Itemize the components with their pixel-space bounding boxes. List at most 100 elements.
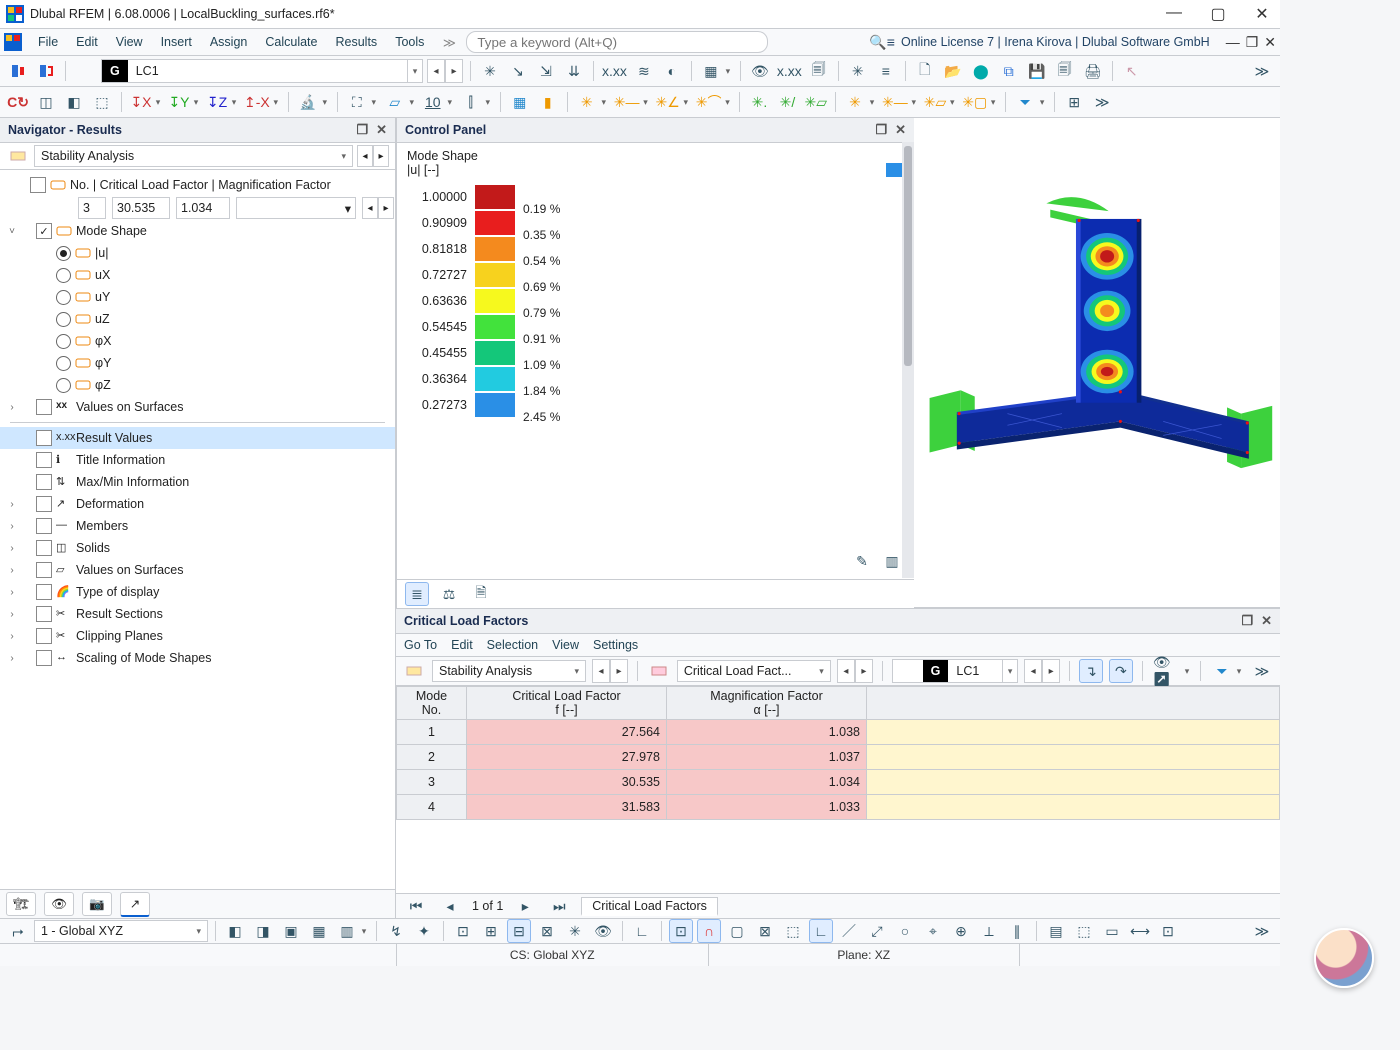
refresh-icon[interactable]: C↻ <box>6 90 30 114</box>
clf-menu-settings[interactable]: Settings <box>593 638 638 652</box>
spark-angle-icon[interactable]: ✳∠ <box>654 90 680 114</box>
coord-select[interactable]: 1 - Global XYZ▾ <box>34 920 208 942</box>
navigator-filter-stepper[interactable]: ◂▸ <box>357 145 389 167</box>
table-row[interactable]: 2 27.978 1.037 <box>397 745 1280 770</box>
tree-group[interactable]: › ✂ Result Sections <box>0 603 395 625</box>
clf-overflow-icon[interactable]: ≫ <box>1250 659 1274 683</box>
clf-menu-goto[interactable]: Go To <box>404 638 437 652</box>
chevron-down-icon[interactable]: ▾ <box>341 151 346 162</box>
bt-icon[interactable]: 👁 <box>591 919 615 943</box>
mode-option[interactable]: φY <box>0 352 395 374</box>
mode-option[interactable]: uY <box>0 286 395 308</box>
grid-icon[interactable]: ⊞ <box>1062 90 1086 114</box>
tool-icon[interactable]: ≡ <box>874 59 898 83</box>
bt-icon[interactable]: ⬚ <box>1072 919 1096 943</box>
prev-page-icon[interactable]: ◂ <box>438 894 462 918</box>
chevron-right-icon[interactable]: › <box>6 521 18 532</box>
maximize-button[interactable]: ▢ <box>1206 4 1230 24</box>
bt-icon[interactable]: ⊞ <box>479 919 503 943</box>
tree-group[interactable]: › ↗ Deformation <box>0 493 395 515</box>
bt-icon[interactable]: ◧ <box>223 919 247 943</box>
bt-icon[interactable]: ⊟ <box>507 919 531 943</box>
bt-icon[interactable]: ⊕ <box>949 919 973 943</box>
mode-stepper[interactable]: ◂▸ <box>362 197 394 219</box>
radio-icon[interactable] <box>56 290 71 305</box>
bt-icon[interactable]: ∥ <box>1005 919 1029 943</box>
navigator-filter-select[interactable]: Stability Analysis ▾ <box>34 145 353 167</box>
clf-menu-edit[interactable]: Edit <box>451 638 473 652</box>
scrollbar[interactable] <box>902 142 914 578</box>
print-icon[interactable]: 🖨 <box>1081 59 1105 83</box>
clf-menu-view[interactable]: View <box>552 638 579 652</box>
bt-icon[interactable]: ✦ <box>412 919 436 943</box>
tool-icon[interactable]: ▦ <box>699 59 723 83</box>
bt-icon[interactable]: ∟ <box>809 919 833 943</box>
bt-icon[interactable]: ⊡ <box>451 919 475 943</box>
tool-icon[interactable]: ⇊ <box>562 59 586 83</box>
tree-group[interactable]: › ↔ Scaling of Mode Shapes <box>0 647 395 669</box>
tree-group[interactable]: ⇅ Max/Min Information <box>0 471 395 493</box>
bt-icon[interactable]: ▣ <box>279 919 303 943</box>
clf-table[interactable]: Mode No. Critical Load Factor f [--] Mag… <box>396 686 1280 820</box>
checkbox[interactable] <box>36 628 52 644</box>
checkbox[interactable] <box>36 474 52 490</box>
new-file-icon[interactable]: 🗋 <box>913 59 937 83</box>
close-icon[interactable]: ✕ <box>376 122 387 138</box>
axis-y-icon[interactable]: ↧Y <box>167 90 191 114</box>
radio-icon[interactable] <box>56 334 71 349</box>
sub-close-button[interactable]: ✕ <box>1264 34 1276 51</box>
ruler-icon[interactable]: 10 <box>421 90 445 114</box>
tree-modeshape[interactable]: ˅ ✓ Mode Shape <box>0 220 395 242</box>
mode-option[interactable]: φZ <box>0 374 395 396</box>
radio-icon[interactable] <box>56 268 71 283</box>
tool-icon[interactable]: ✳ <box>478 59 502 83</box>
bt-icon[interactable]: ⟷ <box>1128 919 1152 943</box>
clf-lc-selector[interactable]: G LC1 ▾ <box>892 659 1018 683</box>
tool-icon[interactable]: x.xx <box>601 59 628 83</box>
mode-option[interactable]: uZ <box>0 308 395 330</box>
clf-filter1-stepper[interactable]: ◂▸ <box>592 659 628 683</box>
tree-group[interactable]: › — Members <box>0 515 395 537</box>
tree-group[interactable]: › ◫ Solids <box>0 537 395 559</box>
undock-icon[interactable]: ❐ <box>356 122 368 138</box>
last-page-icon[interactable]: ⏭ <box>547 894 571 918</box>
cloud-icon[interactable]: ⬤ <box>969 59 993 83</box>
save-icon[interactable]: 💾 <box>1025 59 1049 83</box>
tree-values-surfaces[interactable]: › xx Values on Surfaces <box>0 396 395 418</box>
bt-icon[interactable]: ⤢ <box>865 919 889 943</box>
tool-icon[interactable]: x.xx <box>776 59 803 83</box>
bt-icon[interactable]: ▢ <box>725 919 749 943</box>
coord-icon[interactable]: ⮣ <box>6 919 30 943</box>
cursor-icon[interactable]: ↖︎ <box>1120 59 1144 83</box>
bt-icon[interactable]: ▤ <box>1044 919 1068 943</box>
bt-icon[interactable]: ⊠ <box>535 919 559 943</box>
chevron-down-icon[interactable]: ▾ <box>407 60 422 82</box>
checkbox[interactable] <box>36 399 52 415</box>
tool-icon[interactable]: 🗐 <box>807 59 831 83</box>
axis-z-icon[interactable]: ↧Z <box>205 90 229 114</box>
chevron-right-icon[interactable]: › <box>6 402 18 413</box>
clf-filter2-stepper[interactable]: ◂▸ <box>837 659 873 683</box>
bt-icon[interactable]: ▦ <box>307 919 331 943</box>
undock-icon[interactable]: ❐ <box>1241 613 1253 629</box>
clf-filter2[interactable]: Critical Load Fact...▾ <box>677 660 831 682</box>
menu-edit[interactable]: Edit <box>68 33 106 51</box>
mode-option[interactable]: uX <box>0 264 395 286</box>
clf-lc-stepper[interactable]: ◂▸ <box>1024 659 1060 683</box>
clf-tool-icon[interactable]: ↴ <box>1079 659 1103 683</box>
clf-type2-icon[interactable] <box>647 659 671 683</box>
menu-file[interactable]: File <box>30 33 66 51</box>
first-page-icon[interactable]: ⏮ <box>404 894 428 918</box>
bt-icon[interactable]: ✳ <box>563 919 587 943</box>
plane-icon[interactable]: ▱ <box>383 90 407 114</box>
balance-icon[interactable]: ⚖ <box>437 582 461 606</box>
chevron-right-icon[interactable]: › <box>6 499 18 510</box>
clf-tool-icon[interactable]: ↷ <box>1109 659 1133 683</box>
checkbox[interactable] <box>36 606 52 622</box>
bt-icon[interactable]: ∟ <box>630 919 654 943</box>
bt-icon[interactable]: ▥ <box>335 919 359 943</box>
shade-icon[interactable]: ▮ <box>536 90 560 114</box>
bt-icon[interactable]: ／ <box>837 919 861 943</box>
menu-calculate[interactable]: Calculate <box>257 33 325 51</box>
microscope-icon[interactable]: 🔬 <box>296 90 320 114</box>
